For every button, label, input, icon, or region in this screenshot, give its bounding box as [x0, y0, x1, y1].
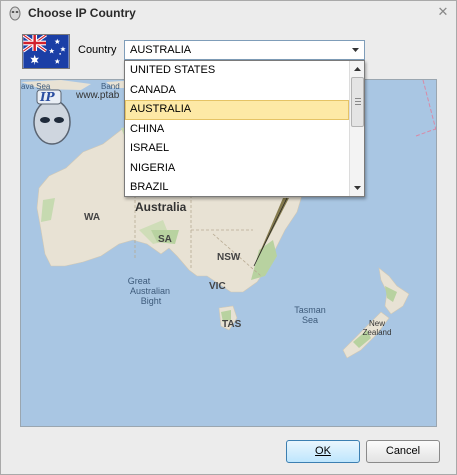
- map-label-bight-1: Great: [128, 276, 151, 286]
- close-button[interactable]: ✕: [435, 4, 451, 20]
- map-label-vic: VIC: [209, 281, 226, 292]
- title-bar: Choose IP Country ✕: [1, 1, 456, 27]
- chevron-up-icon: [354, 67, 361, 71]
- map-label-australia: Australia: [135, 200, 187, 214]
- option-united-states[interactable]: UNITED STATES: [125, 61, 349, 81]
- ip-logo-text: IP: [39, 90, 56, 104]
- map-label-tasman-2: Sea: [302, 315, 318, 325]
- country-dropdown-list[interactable]: UNITED STATES CANADA AUSTRALIA CHINA ISR…: [124, 60, 365, 197]
- cancel-button-label: Cancel: [385, 445, 421, 457]
- dropdown-arrow-button[interactable]: [348, 41, 364, 59]
- grip-line: [355, 104, 361, 105]
- watermark-text: www.ptab: [75, 90, 120, 101]
- map-label-bight-3: Bight: [141, 296, 162, 306]
- scroll-up-button[interactable]: [350, 61, 364, 77]
- cancel-button[interactable]: Cancel: [366, 440, 440, 463]
- map-label-sa: SA: [158, 234, 172, 245]
- java-sea-label: ava Sea: [21, 82, 51, 91]
- scroll-thumb[interactable]: [351, 77, 364, 127]
- scroll-down-button[interactable]: [350, 180, 364, 196]
- dropdown-scrollbar[interactable]: [349, 61, 364, 196]
- option-canada[interactable]: CANADA: [125, 81, 349, 101]
- map-label-nsw: NSW: [217, 252, 241, 263]
- close-icon: ✕: [437, 4, 449, 19]
- grip-line: [355, 101, 361, 102]
- option-brazil[interactable]: BRAZIL: [125, 178, 349, 196]
- map-label-bight-2: Australian: [130, 286, 170, 296]
- country-label: Country: [78, 44, 117, 56]
- australia-flag-icon: [22, 34, 70, 69]
- window-title: Choose IP Country: [28, 6, 136, 20]
- option-nigeria[interactable]: NIGERIA: [125, 159, 349, 179]
- option-australia[interactable]: AUSTRALIA: [125, 100, 349, 120]
- map-label-tasman-1: Tasman: [294, 305, 326, 315]
- country-options: UNITED STATES CANADA AUSTRALIA CHINA ISR…: [125, 61, 349, 196]
- map-label-wa: WA: [84, 212, 100, 223]
- chevron-down-icon: [352, 48, 359, 52]
- map-label-tas: TAS: [222, 319, 242, 330]
- choose-ip-country-dialog: Choose IP Country ✕ Country AUSTRALIA IP…: [0, 0, 457, 475]
- country-select-value: AUSTRALIA: [130, 44, 192, 56]
- country-select[interactable]: AUSTRALIA: [124, 40, 365, 60]
- ok-button-label: OK: [315, 445, 331, 457]
- map-label-nz-1: New: [369, 319, 385, 328]
- banda-sea-label: Band: [101, 82, 120, 91]
- grip-line: [355, 98, 361, 99]
- chevron-down-icon: [354, 186, 361, 190]
- map-label-nz-2: Zealand: [363, 328, 392, 337]
- app-mask-icon: [9, 6, 21, 21]
- ok-button[interactable]: OK: [286, 440, 360, 463]
- option-israel[interactable]: ISRAEL: [125, 139, 349, 159]
- option-china[interactable]: CHINA: [125, 120, 349, 140]
